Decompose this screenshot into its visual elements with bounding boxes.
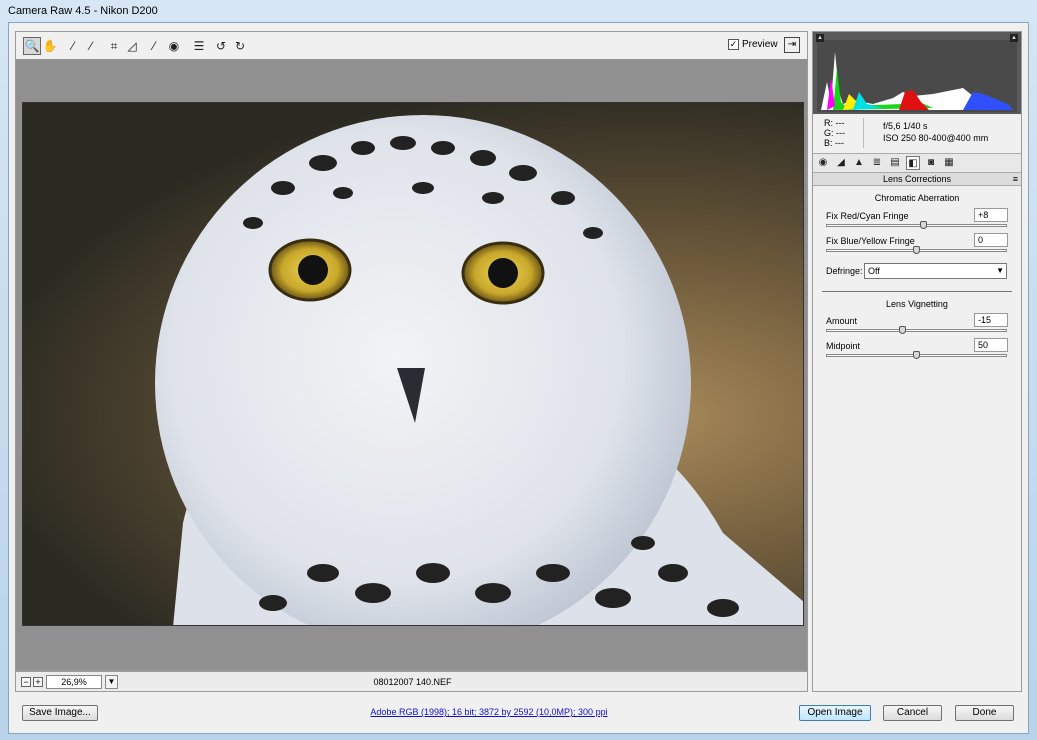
hand-tool-icon[interactable]: ✋ xyxy=(41,37,59,55)
preferences-icon[interactable]: ☰ xyxy=(190,37,208,55)
tab-presets-icon[interactable]: ▦ xyxy=(942,156,956,170)
histogram: ▲ ▲ xyxy=(813,32,1021,114)
info-readout: R: --- G: --- B: --- f/5,6 1/40 s ISO 25… xyxy=(813,114,1021,152)
retouch-tool-icon[interactable]: ⁄ xyxy=(145,37,163,55)
straighten-tool-icon[interactable]: ◿ xyxy=(123,37,141,55)
fix-red-cyan-input[interactable]: +8 xyxy=(974,208,1008,222)
preview-checkbox[interactable]: ✓ xyxy=(728,39,739,50)
fix-red-cyan-label: Fix Red/Cyan Fringe xyxy=(826,211,909,221)
histogram-graph xyxy=(817,40,1017,112)
midpoint-thumb[interactable] xyxy=(912,351,920,359)
midpoint-input[interactable]: 50 xyxy=(974,338,1008,352)
amount-thumb[interactable] xyxy=(899,326,907,334)
white-balance-tool-icon[interactable]: ⁄ xyxy=(64,37,82,55)
preview-toggle[interactable]: ✓ Preview xyxy=(728,39,778,50)
blue-readout: B: --- xyxy=(824,138,844,148)
defringe-value: Off xyxy=(868,266,880,276)
panel-header: Lens Corrections ≡ xyxy=(813,173,1021,186)
tab-split-toning-icon[interactable]: ▤ xyxy=(888,156,902,170)
owl-photo xyxy=(22,102,804,626)
defringe-select[interactable]: Off ▼ xyxy=(864,263,1007,279)
image-canvas[interactable] xyxy=(15,59,808,671)
color-sampler-tool-icon[interactable]: ⁄ xyxy=(82,37,100,55)
fix-blue-yellow-label: Fix Blue/Yellow Fringe xyxy=(826,236,915,246)
zoom-tool-icon[interactable]: 🔍 xyxy=(23,37,41,55)
red-readout: R: --- xyxy=(824,118,845,128)
fix-blue-yellow-input[interactable]: 0 xyxy=(974,233,1008,247)
red-eye-tool-icon[interactable]: ◉ xyxy=(165,37,183,55)
file-name: 08012007 140.NEF xyxy=(373,677,452,687)
tab-camera-calibration-icon[interactable]: ◙ xyxy=(924,156,938,170)
rotate-left-icon[interactable]: ↺ xyxy=(212,37,230,55)
tab-lens-corrections-icon[interactable]: ◧ xyxy=(906,156,920,170)
status-bar: − + 26,9% ▼ 08012007 140.NEF xyxy=(15,671,808,692)
preview-label: Preview xyxy=(742,39,778,50)
rotate-right-icon[interactable]: ↻ xyxy=(231,37,249,55)
iso-lens: ISO 250 80-400@400 mm xyxy=(883,133,989,143)
panel-title: Lens Corrections xyxy=(882,174,952,184)
defringe-label: Defringe: xyxy=(826,266,863,276)
cancel-button[interactable]: Cancel xyxy=(883,705,942,721)
amount-input[interactable]: -15 xyxy=(974,313,1008,327)
window-title: Camera Raw 4.5 - Nikon D200 xyxy=(8,5,158,17)
save-image-button[interactable]: Save Image... xyxy=(22,705,98,721)
fix-red-cyan-thumb[interactable] xyxy=(919,221,927,229)
readout-divider xyxy=(863,118,864,148)
highlight-clipping-warning-icon[interactable]: ▲ xyxy=(1010,34,1018,42)
fix-blue-yellow-slider[interactable] xyxy=(826,246,1007,254)
fullscreen-icon[interactable]: ⇥ xyxy=(784,37,800,53)
panel-tabs: ◉ ◢ ▲ ≣ ▤ ◧ ◙ ▦ xyxy=(813,153,1021,173)
panel-menu-icon[interactable]: ≡ xyxy=(1013,173,1018,185)
amount-label: Amount xyxy=(826,316,858,326)
chromatic-aberration-title: Chromatic Aberration xyxy=(874,193,960,203)
lens-vignetting-title: Lens Vignetting xyxy=(886,299,948,309)
toolbar: 🔍 ✋ ⁄ ⁄ ⌗ ◿ ⁄ ◉ ☰ ↺ ↻ ✓ Preview ⇥ xyxy=(15,31,808,59)
crop-tool-icon[interactable]: ⌗ xyxy=(105,37,123,55)
fix-blue-yellow-thumb[interactable] xyxy=(912,246,920,254)
midpoint-slider[interactable] xyxy=(826,351,1007,359)
aperture-shutter: f/5,6 1/40 s xyxy=(883,121,928,131)
photo-rendering xyxy=(155,115,803,625)
right-panel: ▲ ▲ R: --- G: --- B: --- f/5,6 1/40 s IS… xyxy=(812,31,1022,692)
title-bar: Camera Raw 4.5 - Nikon D200 xyxy=(0,0,1037,22)
tab-basic-icon[interactable]: ◉ xyxy=(816,156,830,170)
midpoint-label: Midpoint xyxy=(826,341,861,351)
fix-red-cyan-slider[interactable] xyxy=(826,221,1007,229)
chevron-down-icon: ▼ xyxy=(996,266,1004,275)
tab-detail-icon[interactable]: ▲ xyxy=(852,156,866,170)
amount-slider[interactable] xyxy=(826,326,1007,334)
section-divider xyxy=(822,291,1012,292)
shadow-clipping-warning-icon[interactable]: ▲ xyxy=(816,34,824,42)
open-image-button[interactable]: Open Image xyxy=(799,705,871,721)
done-button[interactable]: Done xyxy=(955,705,1014,721)
tab-hsl-icon[interactable]: ≣ xyxy=(870,156,884,170)
green-readout: G: --- xyxy=(824,128,845,138)
workflow-options-link[interactable]: Adobe RGB (1998); 16 bit; 3872 by 2592 (… xyxy=(300,707,678,717)
tab-tone-curve-icon[interactable]: ◢ xyxy=(834,156,848,170)
